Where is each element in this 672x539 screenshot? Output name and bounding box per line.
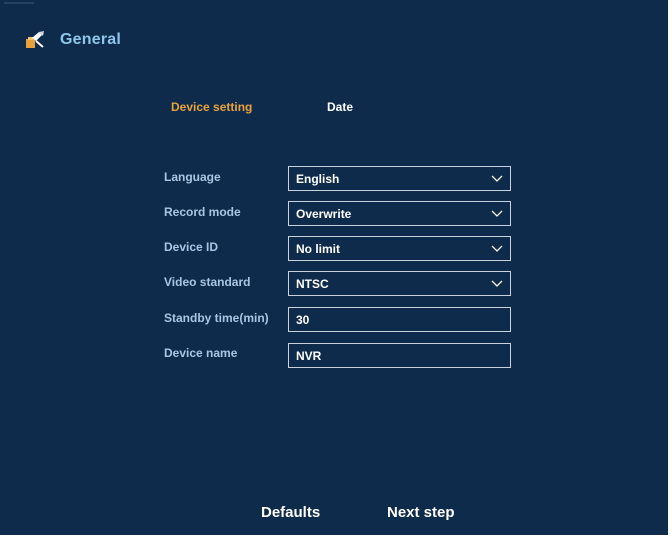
chevron-down-icon bbox=[484, 236, 510, 261]
page-title: General bbox=[60, 31, 121, 48]
device-name-value: NVR bbox=[296, 348, 322, 363]
language-select[interactable]: English bbox=[288, 166, 511, 191]
device-name-label: Device name bbox=[164, 346, 238, 360]
chevron-down-icon bbox=[484, 201, 510, 226]
standby-time-value: 30 bbox=[296, 312, 310, 327]
standby-time-label: Standby time(min) bbox=[164, 311, 269, 325]
defaults-button[interactable]: Defaults bbox=[261, 504, 320, 521]
device-id-value: No limit bbox=[296, 241, 340, 256]
language-label: Language bbox=[164, 170, 221, 184]
general-settings-icon bbox=[24, 29, 46, 51]
language-value: English bbox=[296, 171, 340, 186]
page-header: General bbox=[24, 28, 121, 52]
top-edge-mark bbox=[4, 2, 34, 4]
device-id-select[interactable]: No limit bbox=[288, 236, 511, 261]
device-id-label: Device ID bbox=[164, 240, 219, 254]
video-standard-select[interactable]: NTSC bbox=[288, 271, 511, 296]
standby-time-input[interactable]: 30 bbox=[288, 307, 511, 332]
video-standard-label: Video standard bbox=[164, 275, 251, 289]
device-name-input[interactable]: NVR bbox=[288, 343, 511, 368]
tab-date[interactable]: Date bbox=[327, 100, 353, 114]
video-standard-value: NTSC bbox=[296, 276, 329, 291]
general-settings-panel: General Device setting Date Language Eng… bbox=[0, 0, 672, 539]
next-step-button[interactable]: Next step bbox=[387, 504, 455, 521]
record-mode-select[interactable]: Overwrite bbox=[288, 201, 511, 226]
tab-device-setting[interactable]: Device setting bbox=[171, 100, 252, 114]
chevron-down-icon bbox=[484, 271, 510, 296]
record-mode-value: Overwrite bbox=[296, 206, 352, 221]
chevron-down-icon bbox=[484, 166, 510, 191]
record-mode-label: Record mode bbox=[164, 205, 241, 219]
